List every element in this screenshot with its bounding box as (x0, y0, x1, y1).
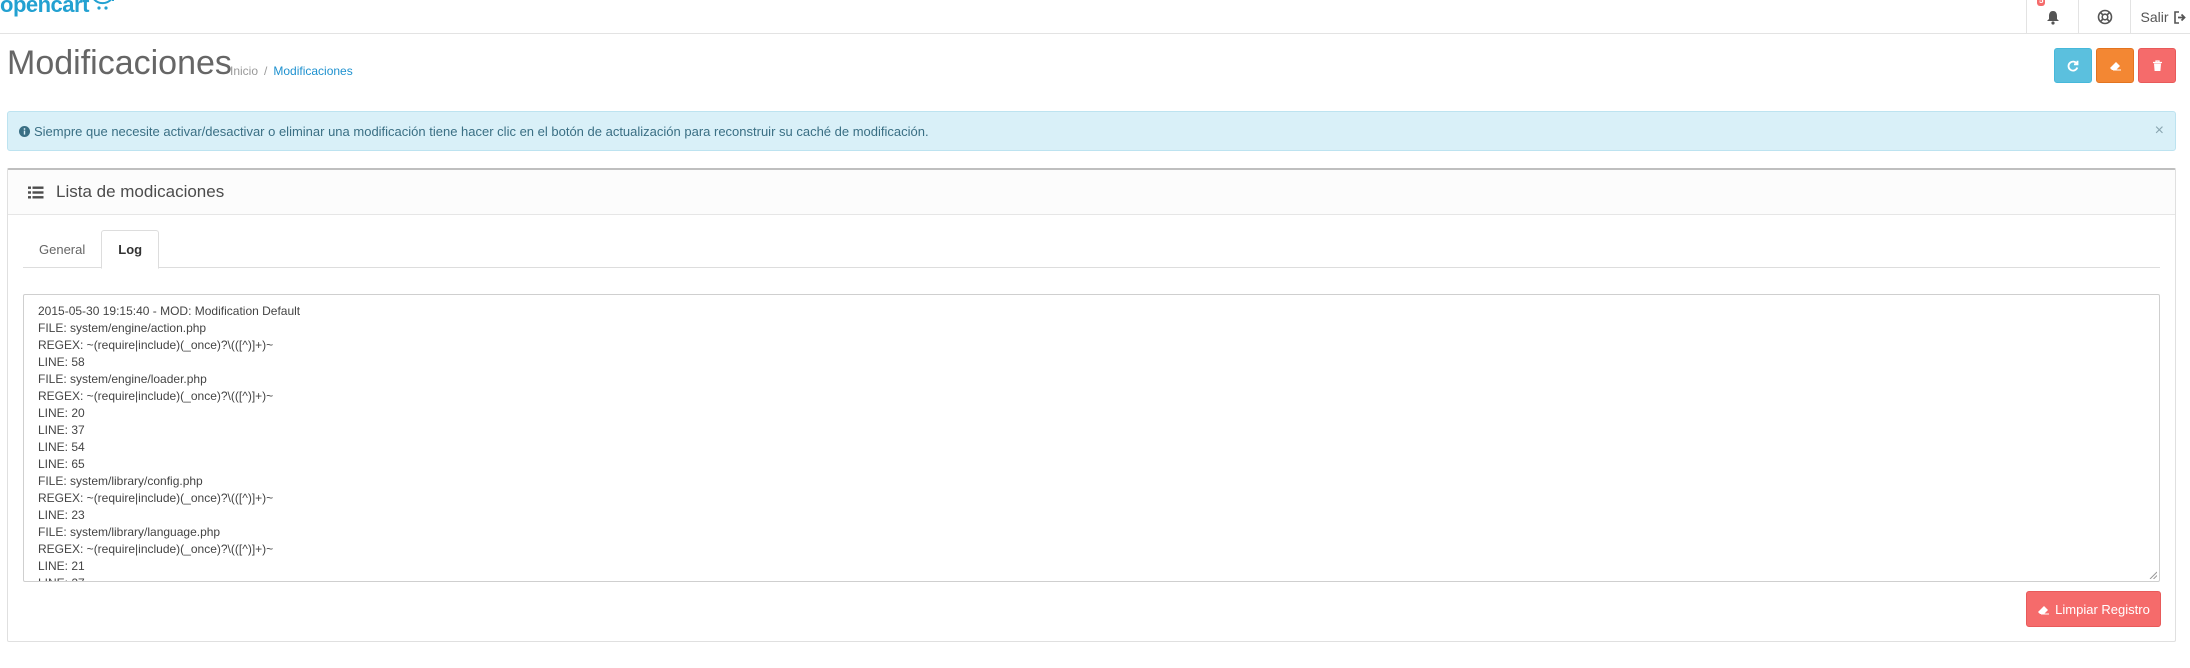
panel-title: Lista de modicaciones (56, 182, 225, 201)
log-line: FILE: system/library/config.php (38, 474, 203, 488)
log-line: REGEX: ~(require|include)(_once)?\(([^)]… (38, 542, 274, 556)
log-line: REGEX: ~(require|include)(_once)?\(([^)]… (38, 491, 274, 505)
resize-grip-icon[interactable] (2149, 571, 2157, 579)
list-icon (28, 186, 44, 198)
log-line: LINE: 37 (38, 423, 85, 437)
log-line: REGEX: ~(require|include)(_once)?\(([^)]… (38, 338, 274, 352)
refresh-icon (2067, 60, 2079, 71)
bell-icon (2046, 10, 2059, 25)
breadcrumb-separator: / (264, 64, 268, 78)
alert-text: Siempre que necesite activar/desactivar … (34, 123, 929, 139)
tab-log[interactable]: Log (101, 230, 160, 269)
panel-tabs: General Log (23, 230, 2160, 269)
logout-label: Salir (2140, 9, 2169, 25)
clear-log-label: Limpiar Registro (2055, 601, 2150, 617)
sign-out-icon (2173, 10, 2186, 24)
clear-cache-button[interactable] (2096, 48, 2134, 83)
breadcrumb-modifications-link[interactable]: Modificaciones (273, 64, 352, 78)
log-line: LINE: 23 (38, 508, 85, 522)
opencart-logo[interactable]: opencart (0, 0, 114, 22)
log-line: LINE: 27 (38, 575, 2145, 581)
page-actions (2054, 48, 2176, 83)
log-line: LINE: 65 (38, 457, 85, 471)
logout-button[interactable]: Salir (2130, 0, 2190, 34)
log-line: LINE: 20 (38, 406, 85, 420)
breadcrumb: Inicio / Modificaciones (230, 64, 353, 78)
refresh-button[interactable] (2054, 48, 2092, 83)
info-alert: Siempre que necesite activar/desactivar … (7, 111, 2176, 151)
info-circle-icon (19, 125, 30, 137)
eraser-icon (2038, 605, 2050, 614)
cart-logo-icon (93, 0, 114, 10)
trash-icon (2152, 59, 2162, 71)
log-line: REGEX: ~(require|include)(_once)?\(([^)]… (38, 389, 274, 403)
life-ring-icon (2097, 9, 2112, 25)
notifications-button[interactable]: 5 (2026, 0, 2078, 34)
log-line: 2015-05-30 19:15:40 - MOD: Modification … (38, 304, 301, 318)
breadcrumb-home-link[interactable]: Inicio (230, 64, 258, 78)
notification-badge: 5 (2037, 0, 2046, 6)
log-line: FILE: system/library/language.php (38, 525, 221, 539)
page-title: Modificaciones (7, 44, 232, 82)
log-line: FILE: system/engine/loader.php (38, 372, 207, 386)
eraser-icon (2109, 62, 2121, 71)
modifications-panel: Lista de modicaciones General Log 2015-0… (7, 168, 2176, 642)
help-button[interactable] (2078, 0, 2130, 34)
tab-general[interactable]: General (23, 230, 101, 268)
log-line: LINE: 54 (38, 440, 85, 454)
logo-text: opencart (0, 0, 89, 17)
panel-heading: Lista de modicaciones (8, 170, 2175, 215)
log-line: LINE: 58 (38, 355, 85, 369)
clear-log-button[interactable]: Limpiar Registro (2026, 591, 2161, 627)
log-textarea[interactable]: 2015-05-30 19:15:40 - MOD: Modification … (23, 294, 2160, 582)
top-navbar: opencart 5 Salir (0, 0, 2190, 34)
alert-close-button[interactable]: × (2155, 123, 2164, 139)
delete-button[interactable] (2138, 48, 2176, 83)
log-line: LINE: 21 (38, 559, 85, 573)
log-line: FILE: system/engine/action.php (38, 321, 207, 335)
